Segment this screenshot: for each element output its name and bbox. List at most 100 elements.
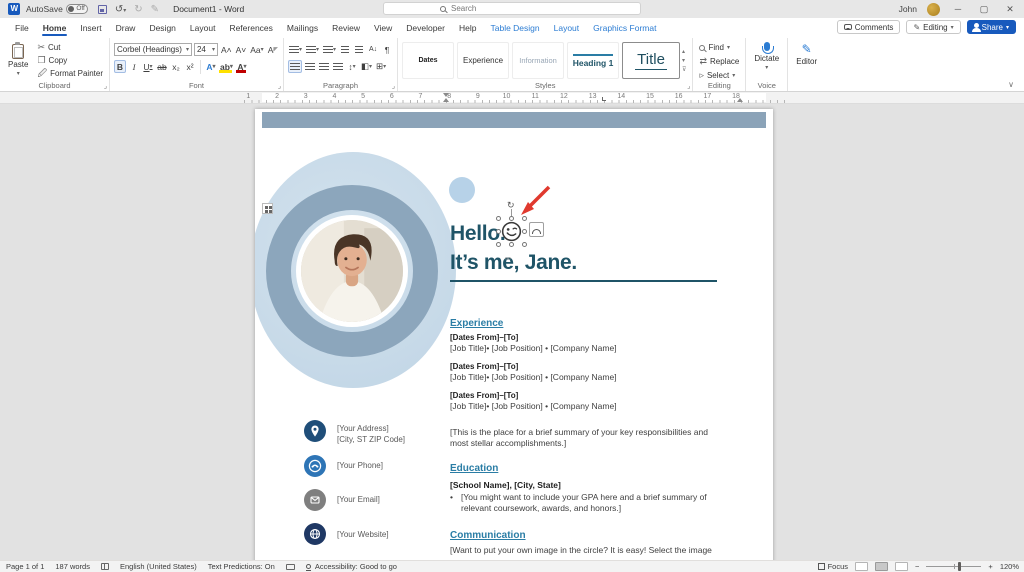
dictate-button[interactable]: Dictate ▾ <box>750 41 783 72</box>
document-page[interactable]: Hello. It’s me, Jane. ↻ ⚯ Experience [Da… <box>255 109 773 560</box>
styles-scroll-up-icon[interactable]: ▴ <box>682 48 686 55</box>
layout-options-button[interactable] <box>529 222 544 237</box>
education-heading[interactable]: Education <box>450 463 498 474</box>
maximize-button[interactable]: ▢ <box>976 4 992 15</box>
experience-heading[interactable]: Experience <box>450 318 503 329</box>
multilevel-list-button[interactable]: ▾ <box>322 43 337 56</box>
bullet-list-button[interactable]: ▾ <box>288 43 303 56</box>
experience-dates[interactable]: [Dates From]–[To] <box>450 333 617 343</box>
font-size-combo[interactable]: 24 ▾ <box>193 43 218 56</box>
collapse-ribbon-icon[interactable]: ∨ <box>1008 80 1014 89</box>
strikethrough-button[interactable]: ab <box>156 60 168 73</box>
style-title[interactable]: Title <box>622 42 681 79</box>
emoji-face-image[interactable] <box>499 219 524 244</box>
find-button[interactable]: Find ▾ <box>697 41 741 54</box>
language-indicator[interactable]: English (United States) <box>120 562 197 571</box>
resize-handle-nw[interactable] <box>496 216 501 221</box>
website-label[interactable]: [Your Website] <box>337 529 389 540</box>
style-experience[interactable]: Experience <box>457 42 510 79</box>
justify-button[interactable] <box>332 60 344 73</box>
close-button[interactable]: ✕ <box>1002 4 1018 15</box>
increase-indent-button[interactable] <box>353 43 365 56</box>
zoom-level[interactable]: 120% <box>1000 562 1019 571</box>
tab-draw[interactable]: Draw <box>109 20 143 36</box>
shading-button[interactable]: ◧ ▾ <box>360 60 373 73</box>
tab-table-design[interactable]: Table Design <box>483 20 546 36</box>
phone-label[interactable]: [Your Phone] <box>337 460 383 471</box>
replace-button[interactable]: ⇄ Replace <box>697 55 741 68</box>
text-predictions[interactable]: Text Predictions: On <box>208 562 275 571</box>
style-dates[interactable]: Dates <box>402 42 455 79</box>
zoom-slider-thumb[interactable] <box>958 562 962 571</box>
resize-handle-se[interactable] <box>522 242 527 247</box>
resize-handle-e[interactable] <box>522 229 527 234</box>
copy-button[interactable]: ❐ Copy <box>35 54 105 66</box>
web-layout-button[interactable] <box>895 562 909 571</box>
table-move-handle[interactable] <box>262 203 273 214</box>
resize-handle-s[interactable] <box>509 242 514 247</box>
hanging-indent-marker[interactable] <box>443 98 449 102</box>
resize-handle-sw[interactable] <box>496 242 501 247</box>
heading-line2[interactable]: It’s me, Jane. <box>450 249 577 278</box>
italic-button[interactable]: I <box>128 60 140 73</box>
borders-button[interactable]: ⊞ ▾ <box>375 60 387 73</box>
align-left-button[interactable] <box>287 60 302 73</box>
email-icon[interactable] <box>304 489 326 511</box>
search-bar[interactable]: Search <box>383 2 641 15</box>
style-heading1[interactable]: Heading 1 <box>567 42 620 79</box>
tab-stop-marker[interactable] <box>602 97 606 101</box>
font-dialog-launcher[interactable]: ⌟ <box>278 82 281 90</box>
superscript-button[interactable]: x² <box>184 60 196 73</box>
education-school[interactable]: [School Name], [City, State] <box>450 480 726 491</box>
tab-developer[interactable]: Developer <box>399 20 452 36</box>
shrink-font-icon[interactable]: A˅ <box>235 43 248 56</box>
sort-button[interactable]: A↓ <box>367 43 379 56</box>
line-spacing-button[interactable]: ↕ ▾ <box>346 60 358 73</box>
website-icon[interactable] <box>304 523 326 545</box>
autosave-toggle[interactable]: Off <box>65 4 88 14</box>
tab-layout-contextual[interactable]: Layout <box>547 20 587 36</box>
grow-font-icon[interactable]: A˄ <box>220 43 233 56</box>
share-button[interactable]: Share ▾ <box>966 20 1016 34</box>
paragraph-dialog-launcher[interactable]: ⌟ <box>392 82 395 90</box>
zoom-slider[interactable] <box>926 562 982 571</box>
word-app-icon[interactable] <box>8 3 20 15</box>
autosave-control[interactable]: AutoSave Off <box>26 4 88 14</box>
styles-scroll-down-icon[interactable]: ▾ <box>682 57 686 64</box>
experience-entry[interactable]: [Dates From]–[To] [Job Title]• [Job Posi… <box>450 362 617 383</box>
education-bullet[interactable]: [You might want to include your GPA here… <box>450 492 726 514</box>
highlight-button[interactable]: ab ▾ <box>218 60 234 73</box>
right-indent-marker[interactable] <box>737 98 743 102</box>
tab-home[interactable]: Home <box>36 20 74 36</box>
redo-icon[interactable]: ↻ <box>134 4 142 15</box>
tab-graphics-format[interactable]: Graphics Format <box>586 20 663 36</box>
email-label[interactable]: [Your Email] <box>337 494 380 505</box>
experience-role[interactable]: [Job Title]• [Job Position] • [Company N… <box>450 343 617 354</box>
show-formatting-button[interactable]: ¶ <box>381 43 393 56</box>
clear-formatting-icon[interactable]: A ◤ <box>267 43 279 56</box>
format-painter-button[interactable]: 🖉 Format Painter <box>35 67 105 79</box>
customize-quick-access-icon[interactable]: ✎ <box>151 4 159 15</box>
tab-insert[interactable]: Insert <box>73 20 108 36</box>
comments-button[interactable]: Comments <box>836 20 901 34</box>
tab-view[interactable]: View <box>367 20 399 36</box>
experience-role[interactable]: [Job Title]• [Job Position] • [Company N… <box>450 372 617 383</box>
save-icon[interactable] <box>97 4 107 14</box>
styles-more-icon[interactable]: ⊽ <box>682 66 686 73</box>
subscript-button[interactable]: x₂ <box>170 60 182 73</box>
experience-dates[interactable]: [Dates From]–[To] <box>450 362 617 372</box>
read-mode-button[interactable] <box>855 562 869 571</box>
font-name-combo[interactable]: Corbel (Headings) ▾ <box>113 43 192 56</box>
cut-button[interactable]: ✂ Cut <box>35 41 105 53</box>
text-predictions-icon[interactable] <box>285 563 295 570</box>
experience-entry[interactable]: [Dates From]–[To] [Job Title]• [Job Posi… <box>450 333 617 354</box>
tab-help[interactable]: Help <box>452 20 483 36</box>
print-layout-button[interactable] <box>875 562 889 571</box>
clipboard-dialog-launcher[interactable]: ⌟ <box>104 82 107 90</box>
text-effects-button[interactable]: A ▾ <box>205 60 217 73</box>
zoom-out-button[interactable]: − <box>915 562 919 571</box>
editor-button[interactable]: ✎ Editor <box>792 41 821 67</box>
experience-summary[interactable]: [This is the place for a brief summary o… <box>450 427 726 449</box>
experience-dates[interactable]: [Dates From]–[To] <box>450 391 617 401</box>
phone-icon[interactable] <box>304 455 326 477</box>
